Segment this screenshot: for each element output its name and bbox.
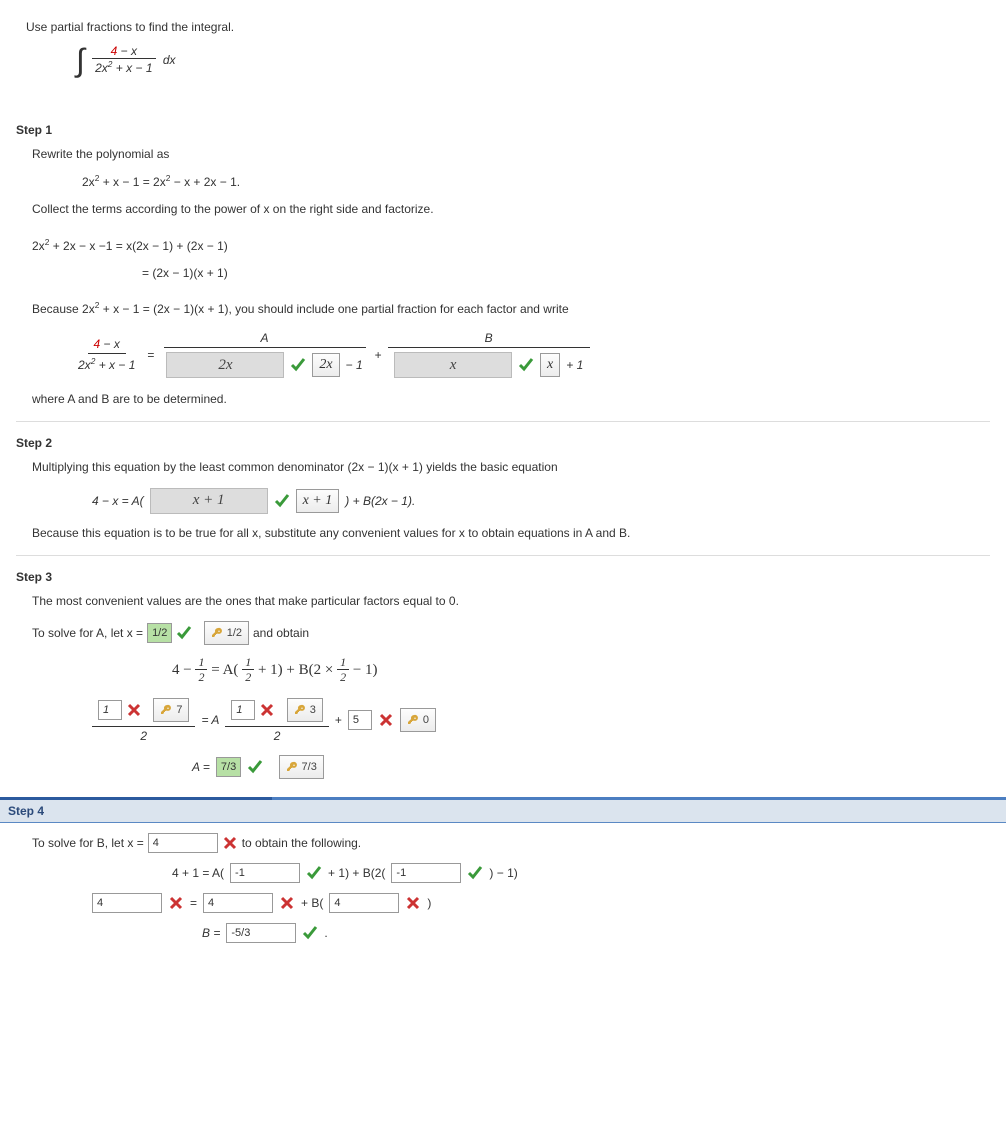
step1-eq2: 2x2 + 2x − x −1 = x(2x − 1) + (2x − 1) (32, 236, 990, 256)
input-4c[interactable]: 4 (329, 893, 399, 913)
step1-line2: Collect the terms according to the power… (32, 200, 990, 219)
check-icon (306, 865, 322, 881)
cross-icon (168, 895, 184, 911)
step2-line1: Multiplying this equation by the least c… (32, 458, 990, 477)
step3-A-result-row: A = 7/3 7/3 (192, 755, 990, 779)
input-B[interactable]: -5/3 (226, 923, 296, 943)
integral-sign-icon: ∫ (76, 42, 85, 79)
fraction-b: B x x + 1 (388, 329, 590, 380)
cross-icon (126, 702, 142, 718)
check-icon (176, 625, 192, 641)
input-x-4[interactable]: 4 (148, 833, 218, 853)
cross-icon (378, 712, 394, 728)
integral-expression: ∫ 4 − x 2x2 + x − 1 dx (76, 42, 980, 79)
step1-line4: where A and B are to be determined. (32, 390, 990, 409)
step2-line2: Because this equation is to be true for … (32, 524, 990, 543)
step3-row2: 1 7 2 = A 1 3 2 + 5 0 (92, 696, 990, 745)
check-icon (302, 925, 318, 941)
hint-button-7[interactable]: 7 (153, 698, 189, 722)
hint-button-3[interactable]: 3 (287, 698, 323, 722)
step1-eq3: = (2x − 1)(x + 1) (142, 264, 990, 283)
key-icon (211, 627, 223, 639)
check-icon (467, 865, 483, 881)
cross-icon (405, 895, 421, 911)
input-half[interactable]: 1/2 (147, 623, 172, 643)
input-n1b[interactable]: -1 (391, 863, 461, 883)
hint-button-73[interactable]: 7/3 (279, 755, 324, 779)
step1-partial-fraction-row: 4 − x 2x2 + x − 1 = A 2x 2x − 1 + B x (72, 329, 990, 380)
step1-header: Step 1 (16, 123, 990, 137)
answer-box-xp1[interactable]: x + 1 (150, 488, 268, 514)
answer-box-x[interactable]: x (394, 352, 512, 378)
input-4a[interactable]: 4 (92, 893, 162, 913)
input-5[interactable]: 5 (348, 710, 372, 730)
check-icon (518, 357, 534, 373)
step1-line3: Because 2x2 + x − 1 = (2x − 1)(x + 1), y… (32, 299, 990, 319)
key-icon (286, 761, 298, 773)
step3-display-eq: 4 − 12 = A( 12 + 1) + B(2 × 12 − 1) (172, 655, 990, 686)
lhs-fraction: 4 − x 2x2 + x − 1 (72, 335, 141, 374)
check-icon (274, 493, 290, 509)
problem-prompt: Use partial fractions to find the integr… (16, 0, 990, 109)
step4-let-x-row: To solve for B, let x = 4 to obtain the … (32, 833, 990, 853)
hint-button-xp1[interactable]: x + 1 (296, 489, 340, 513)
key-icon (160, 704, 172, 716)
hint-button-2x[interactable]: 2x (312, 353, 339, 377)
input-1b[interactable]: 1 (231, 700, 255, 720)
step2-header: Step 2 (16, 436, 990, 450)
step3-line1: The most convenient values are the ones … (32, 592, 990, 611)
cross-icon (279, 895, 295, 911)
input-4b[interactable]: 4 (203, 893, 273, 913)
equals-sign: = (147, 348, 154, 362)
hint-button-x[interactable]: x (540, 353, 560, 377)
fraction-a: A 2x 2x − 1 (160, 329, 368, 380)
check-icon (247, 759, 263, 775)
prompt-text: Use partial fractions to find the integr… (26, 20, 980, 34)
step2-equation-row: 4 − x = A( x + 1 x + 1 ) + B(2x − 1). (92, 488, 990, 514)
cross-icon (259, 702, 275, 718)
step3-let-x-row: To solve for A, let x = 1/2 1/2 and obta… (32, 621, 990, 645)
key-icon (294, 704, 306, 716)
key-icon (407, 714, 419, 726)
step4-section-bar: Step 4 (0, 799, 1006, 823)
input-n1a[interactable]: -1 (230, 863, 300, 883)
cross-icon (222, 835, 238, 851)
step1-eq1: 2x2 + x − 1 = 2x2 − x + 2x − 1. (82, 172, 990, 192)
dx-label: dx (163, 53, 176, 67)
hint-button-0[interactable]: 0 (400, 708, 436, 732)
check-icon (290, 357, 306, 373)
step4-B-result-row: B = -5/3 . (202, 923, 990, 943)
input-1a[interactable]: 1 (98, 700, 122, 720)
input-73[interactable]: 7/3 (216, 757, 241, 777)
answer-box-2x[interactable]: 2x (166, 352, 284, 378)
hint-button-half[interactable]: 1/2 (204, 621, 249, 645)
step4-row1: 4 + 1 = A( -1 + 1) + B(2( -1 ) − 1) (172, 863, 990, 883)
plus-sign: + (375, 348, 382, 362)
step1-line1: Rewrite the polynomial as (32, 145, 990, 164)
step3-header: Step 3 (16, 570, 990, 584)
step4-row2: 4 = 4 + B( 4 ) (92, 893, 990, 913)
